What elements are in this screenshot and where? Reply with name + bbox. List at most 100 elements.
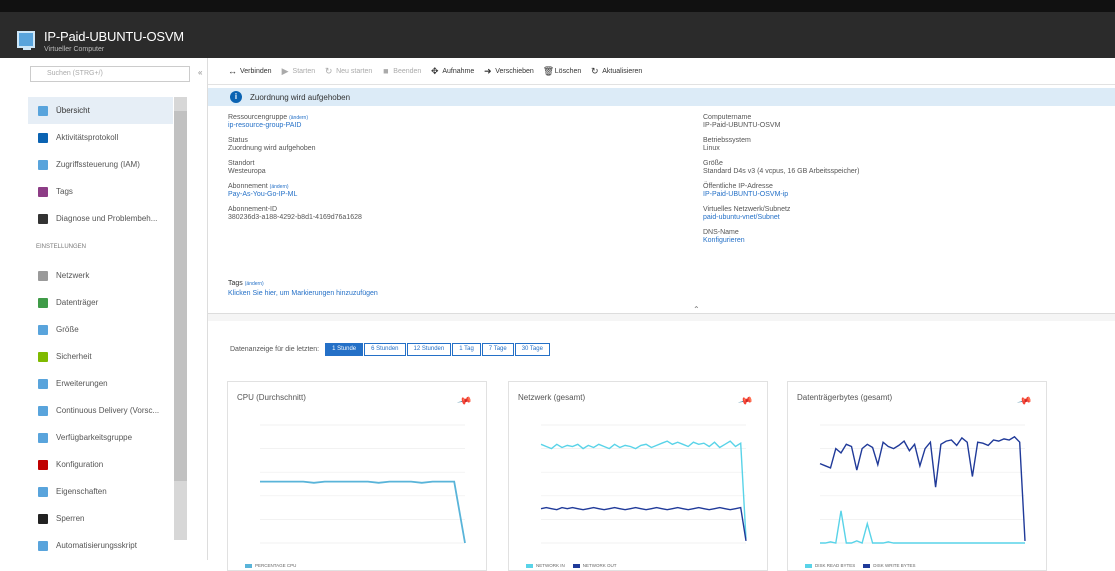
essentials-field-label: Öffentliche IP-Adresse [703, 183, 773, 190]
essentials-field-value[interactable]: ip-resource-group-PAID [228, 122, 628, 130]
legend-entry: NETWORK IN [526, 563, 565, 568]
sidebar-item-setting-2[interactable]: Größe [28, 316, 173, 343]
toolbar-button-label: Verbinden [240, 67, 272, 75]
legend-entry: PERCENTAGE CPU [245, 563, 296, 568]
wrench-icon [38, 213, 48, 224]
essentials-field-label: Standort [228, 160, 255, 167]
sidebar-search-input[interactable]: Suchen (STRG+/) [30, 66, 190, 82]
legend-label: DISK WRITE BYTES [873, 563, 916, 568]
network-chart-tile[interactable]: Netzwerk (gesamt) 📌 NETWORK IN NETWORK OU… [508, 381, 768, 571]
time-range-button[interactable]: 7 Tage [481, 343, 514, 356]
legend-entry: DISK WRITE BYTES [863, 563, 916, 568]
sidebar-item-partial-0[interactable]: Diagnose und Problembeh... [28, 205, 173, 232]
sidebar-item-1[interactable]: Aktivitätsprotokoll [28, 124, 173, 151]
toolbar-button-3: ■ Beenden [381, 67, 422, 76]
essentials-field-label: Größe [703, 160, 723, 167]
pin-icon[interactable]: 📌 [737, 394, 753, 410]
sidebar-navigation: Übersicht Aktivitätsprotokoll Zugriffssteu… [28, 97, 173, 559]
toolbar-button-6[interactable]: 🗑 Löschen [543, 67, 581, 76]
sidebar-item-setting-6[interactable]: Verfügbarkeitsgruppe [28, 424, 173, 451]
tags-change-link[interactable]: (ändern) [245, 281, 264, 287]
page-subtitle: Virtueller Computer [44, 46, 105, 53]
time-range-button[interactable]: 12 Stunden [406, 343, 452, 356]
sidebar-item-setting-7[interactable]: Konfiguration [28, 451, 173, 478]
toolbar-button-label: Starten [292, 67, 316, 75]
log-icon [38, 132, 48, 143]
toolbar-button-4[interactable]: ✥ Aufnahme [430, 66, 474, 76]
essentials-field-label: Ressourcengruppe (ändern) [228, 114, 308, 121]
toolbar-button-icon: ↻ [590, 66, 599, 76]
sidebar-item-2[interactable]: Zugriffssteuerung (IAM) [28, 151, 173, 178]
essentials-field-value[interactable]: Konfigurieren [703, 237, 1103, 245]
essentials-field-label: Status [228, 137, 248, 144]
change-link[interactable]: (ändern) [270, 184, 289, 190]
essentials-field-value[interactable]: Pay-As-You-Go-IP-ML [228, 191, 628, 199]
sidebar-item-setting-10[interactable]: Automatisierungsskript [28, 532, 173, 559]
time-range-selector: Datenanzeige für die letzten: 1 Stunde 6 … [230, 343, 551, 356]
toolbar-button-0[interactable]: ↔ Verbinden [228, 67, 272, 76]
series-line-1 [540, 506, 747, 542]
legend-swatch [245, 563, 252, 568]
toolbar-button-icon: ↻ [324, 66, 333, 76]
size-icon [38, 324, 48, 335]
sidebar-item-label: Tags [56, 187, 73, 196]
series-line-0 [540, 440, 747, 539]
disk-icon [38, 297, 48, 308]
sidebar-item-setting-8[interactable]: Eigenschaften [28, 478, 173, 505]
essentials-field-value[interactable]: IP-Paid-UBUNTU-OSVM-ip [703, 191, 1103, 199]
essentials-field-label: Betriebssystem [703, 137, 751, 144]
essentials-field-value: Standard D4s v3 (4 vcpus, 16 GB Arbeitss… [703, 168, 860, 175]
chart-title: CPU (Durchschnitt) [237, 393, 306, 402]
shield-icon [38, 351, 48, 362]
sidebar-item-setting-5[interactable]: Continuous Delivery (Vorsc... [28, 397, 173, 424]
change-link[interactable]: (ändern) [289, 115, 308, 121]
extension-icon [38, 378, 48, 389]
essentials-left-column: Ressourcengruppe (ändern) ip-resource-gro… [228, 114, 628, 229]
sidebar-item-0[interactable]: Übersicht [28, 97, 173, 124]
chart-title: Datenträgerbytes (gesamt) [797, 393, 893, 402]
essentials-field-value[interactable]: paid-ubuntu-vnet/Subnet [703, 214, 1103, 222]
add-tags-link[interactable]: Klicken Sie hier, um Markierungen hinzuz… [228, 290, 378, 297]
title-bar: IP-Paid-UBUNTU-OSVM Virtueller Computer [0, 12, 1115, 58]
sidebar-scrollbar[interactable] [174, 97, 187, 540]
collapse-sidebar-button[interactable]: « [198, 68, 202, 77]
series-line-0 [820, 510, 1025, 544]
time-range-button[interactable]: 1 Stunde [325, 343, 364, 356]
essentials-field-label: Abonnement-ID [228, 206, 278, 213]
scrollbar-thumb[interactable] [174, 111, 187, 481]
toolbar-button-7[interactable]: ↻ Aktualisieren [590, 66, 642, 76]
essentials-right-column: Computername IP-Paid-UBUNTU-OSVM Betriebs… [703, 114, 1103, 252]
sidebar-item-setting-3[interactable]: Sicherheit [28, 343, 173, 370]
disk-bytes-chart-tile[interactable]: Datenträgerbytes (gesamt) 📌 DISK READ BY… [787, 381, 1047, 571]
time-range-button[interactable]: 1 Tag [452, 343, 481, 356]
sidebar-item-setting-4[interactable]: Erweiterungen [28, 370, 173, 397]
toolbar-button-5[interactable]: ➜ Verschieben [483, 67, 534, 76]
toolbar-button-label: Beenden [393, 67, 422, 75]
legend-label: PERCENTAGE CPU [255, 563, 297, 568]
sidebar-item-label: Größe [56, 325, 79, 334]
time-range-button[interactable]: 6 Stunden [364, 343, 406, 356]
sidebar-item-setting-1[interactable]: Datenträger [28, 289, 173, 316]
page-title: IP-Paid-UBUNTU-OSVM [44, 29, 184, 44]
banner-text: Zuordnung wird aufgehoben [250, 92, 351, 102]
time-range-buttons: 1 Stunde 6 Stunden 12 Stunden 1 Tag 7 Tage 30… [325, 343, 551, 356]
sidebar-item-setting-0[interactable]: Netzwerk [28, 262, 173, 289]
toolbar-button-1: ▶ Starten [281, 67, 316, 76]
chart-title: Netzwerk (gesamt) [518, 393, 586, 402]
pin-icon[interactable]: 📌 [456, 394, 472, 410]
sidebar-item-setting-9[interactable]: Sperren [28, 505, 173, 532]
legend-entry: NETWORK OUT [572, 563, 617, 568]
essentials-field: Abonnement-ID 380236d3-a188-4292-b8d1-41… [228, 206, 628, 229]
cpu-chart-tile[interactable]: CPU (Durchschnitt) 📌 PERCENTAGE CPU [227, 381, 487, 571]
sidebar-item-label: Sicherheit [56, 352, 92, 361]
sidebar-item-3[interactable]: Tags [28, 178, 173, 205]
toolbar-button-icon: ✥ [431, 66, 439, 76]
series-line-1 [819, 435, 1026, 541]
sidebar-section-heading: EINSTELLUNGEN [36, 244, 87, 250]
legend-swatch [863, 563, 871, 568]
sidebar-item-label: Erweiterungen [56, 379, 108, 388]
pin-icon[interactable]: 📌 [1016, 394, 1032, 410]
time-range-button[interactable]: 30 Tage [514, 343, 550, 356]
section-divider [208, 313, 1115, 321]
command-toolbar: ↔ Verbinden ▶ Starten ↻ Neu starten ■ Beenden ✥ A… [208, 58, 1115, 85]
